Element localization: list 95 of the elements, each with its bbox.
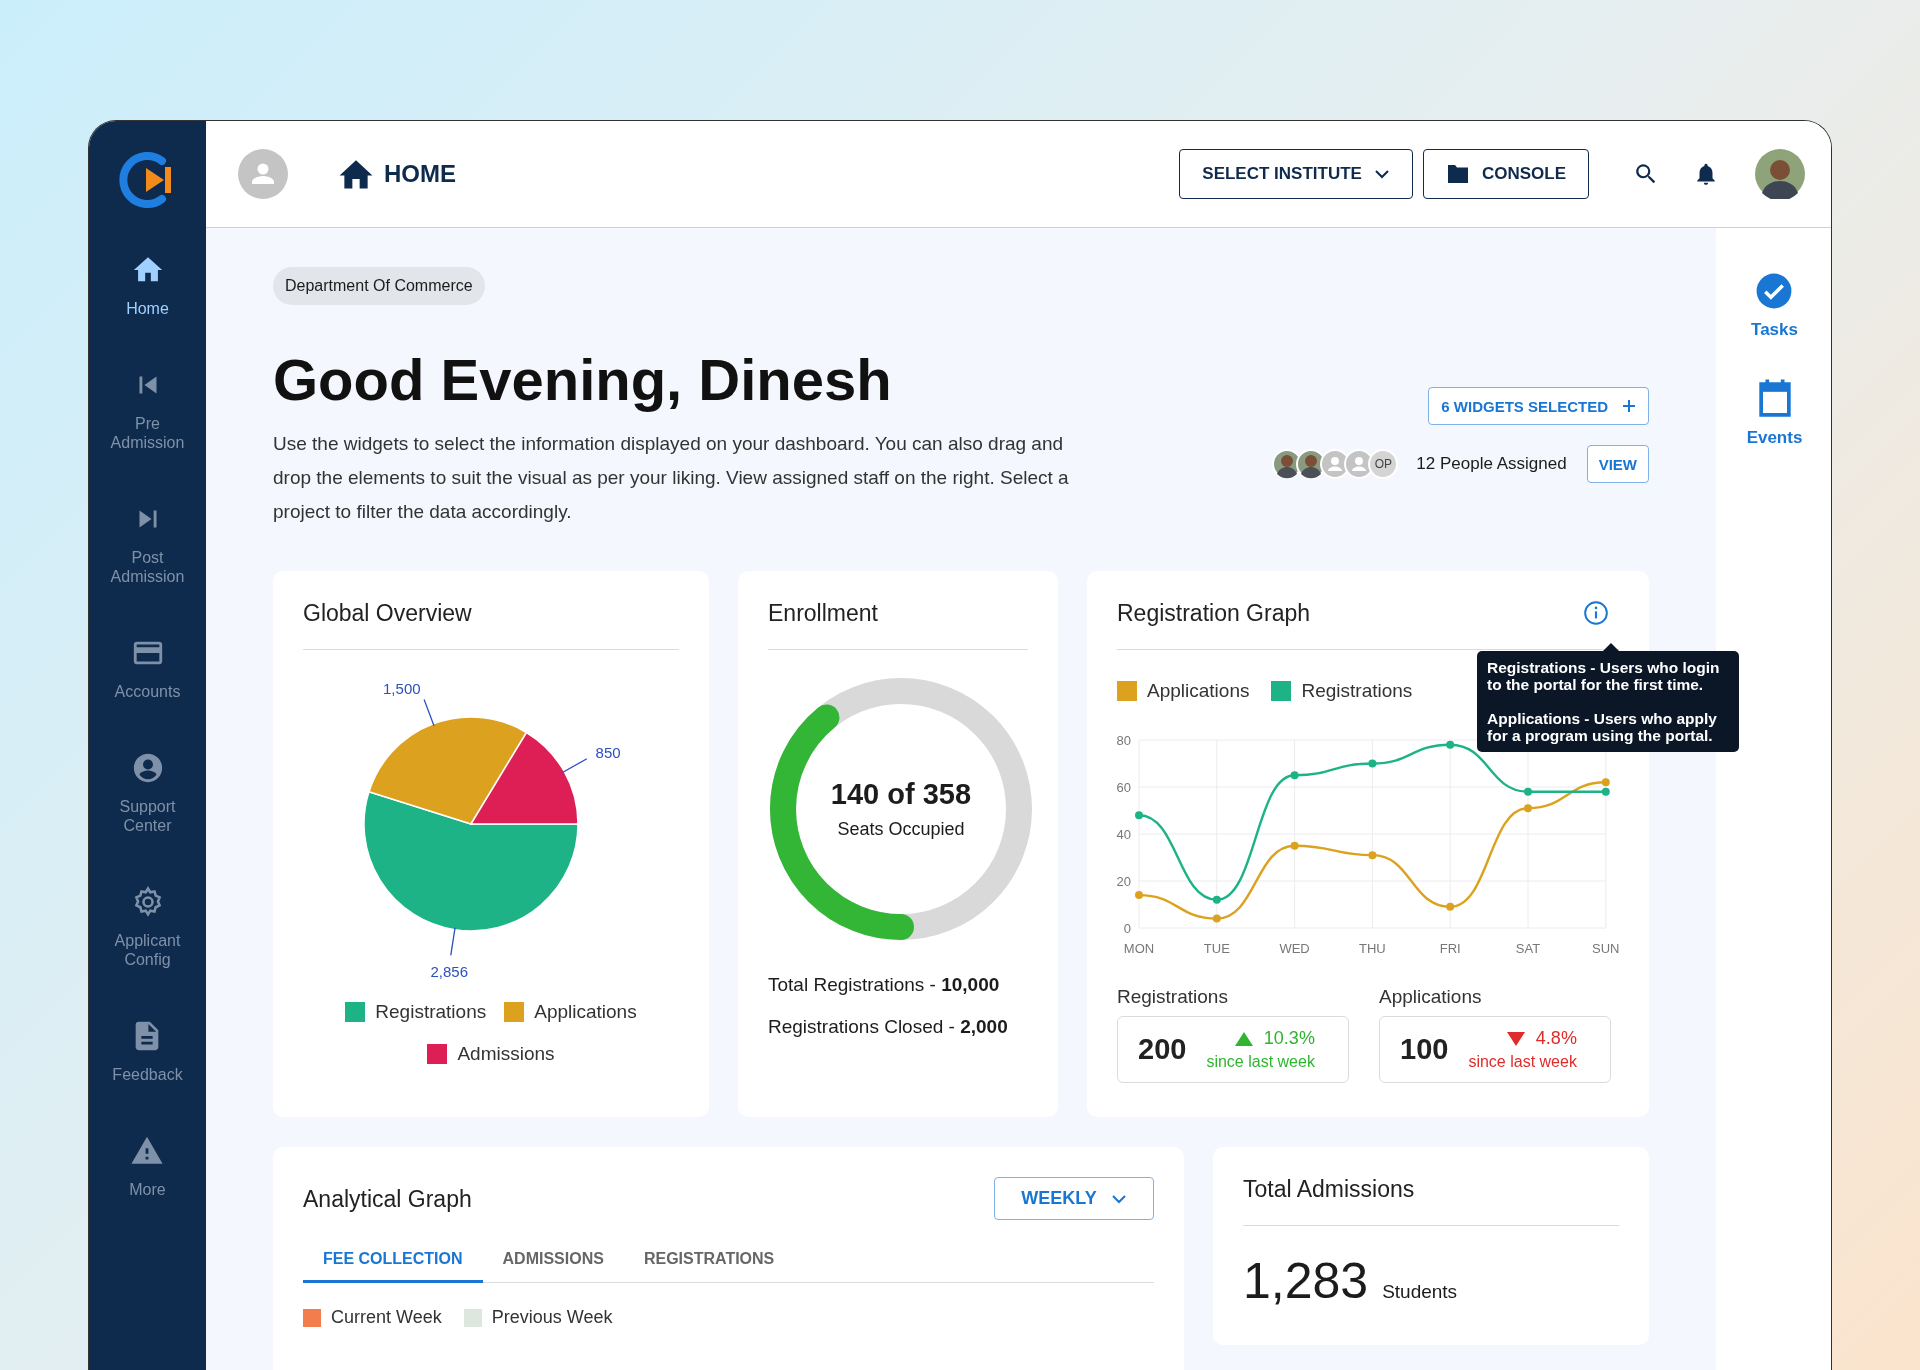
y-tick-label: 80: [1116, 733, 1131, 748]
data-point: [1446, 740, 1455, 749]
chevron-down-icon: [1110, 1193, 1127, 1204]
tooltip-text: Registrations - Users who login to the portal for the first time.: [1487, 659, 1721, 693]
rail-item[interactable]: Events: [1746, 378, 1803, 448]
change-note: since last week: [1468, 1053, 1577, 1071]
tooltip-text: Applications - Users who apply for a program using the portal.: [1487, 710, 1718, 744]
data-point: [1212, 895, 1221, 904]
data-point: [1135, 891, 1143, 900]
widgets-button[interactable]: 6 WIDGETS SELECTED: [1428, 387, 1649, 425]
stat-value: 100: [1400, 1033, 1449, 1066]
seats-caption: Seats Occupied: [837, 819, 965, 840]
data-point: [1290, 771, 1299, 780]
data-point: [1601, 778, 1610, 787]
tab[interactable]: REGISTRATIONS: [623, 1240, 795, 1283]
info-icon[interactable]: [1583, 600, 1609, 626]
data-label: 850: [595, 743, 621, 761]
admissions-unit: Students: [1382, 1281, 1458, 1303]
rail-item[interactable]: Tasks: [1751, 272, 1798, 340]
y-tick-label: 60: [1116, 780, 1131, 795]
x-tick-label: THU: [1359, 941, 1386, 956]
period-dropdown[interactable]: WEEKLY: [994, 1177, 1154, 1220]
data-label: 2,856: [430, 963, 469, 981]
data-point: [1212, 914, 1221, 923]
y-tick-label: 0: [1123, 921, 1131, 936]
stat-value: 200: [1138, 1033, 1187, 1066]
sidebar-item[interactable]: Pre Admission: [102, 368, 193, 452]
legend-label: Applications: [1147, 680, 1250, 702]
sidebar-item[interactable]: Feedback: [112, 1019, 183, 1084]
staff-initials-avatar: OP: [1368, 449, 1399, 479]
data-point: [1524, 804, 1532, 813]
sidebar-item[interactable]: Applicant Config: [102, 885, 193, 969]
card-title: Analytical Graph: [303, 1184, 472, 1213]
legend-label: Admissions: [457, 1043, 555, 1065]
description-text: Use the widgets to select the information displayed on your dashboard. You can also drag and drop the elements to suit the visual as per your liking. View assigned staff on the right. Select a project to filter the data accordingly.: [273, 432, 1070, 524]
y-tick-label: 20: [1116, 874, 1131, 889]
console-button[interactable]: CONSOLE: [1422, 149, 1589, 199]
down-triangle-icon: [1505, 1030, 1526, 1047]
seats-value: 140 of 358: [830, 778, 972, 811]
sidebar-item[interactable]: Post Admission: [102, 502, 193, 586]
user-placeholder-icon: [238, 149, 288, 199]
leader-line: [561, 758, 588, 774]
change-note: since last week: [1206, 1053, 1315, 1071]
legend-label: Applications: [534, 1001, 637, 1023]
x-tick-label: SAT: [1515, 941, 1541, 956]
legend-label: Registrations: [375, 1001, 487, 1023]
enrollment-fact: Registrations Closed - 2,000: [768, 1016, 1009, 1038]
stat-label: Registrations: [1117, 986, 1229, 1008]
institute-dropdown[interactable]: SELECT INSTITUTE: [1179, 149, 1413, 199]
card-title: Total Admissions: [1243, 1175, 1416, 1203]
x-tick-label: TUE: [1203, 941, 1230, 956]
greeting-title: Good Evening, Dinesh: [273, 346, 892, 414]
card-title: Registration Graph: [1117, 599, 1311, 627]
data-point: [1524, 787, 1532, 796]
data-point: [1601, 787, 1610, 796]
enrollment-fact: Total Registrations - 10,000: [768, 974, 1001, 996]
user-avatar[interactable]: [1755, 149, 1805, 199]
data-point: [1368, 851, 1377, 860]
legend-label: Registrations: [1301, 680, 1413, 702]
home-icon: [338, 158, 374, 190]
x-tick-label: FRI: [1439, 941, 1461, 956]
change-value: 10.3%: [1263, 1028, 1315, 1049]
leader-line: [423, 698, 435, 727]
sidebar-item[interactable]: Accounts: [114, 636, 181, 701]
admissions-count: 1,283: [1243, 1252, 1369, 1310]
legend-label: Previous Week: [491, 1307, 613, 1328]
data-point: [1368, 759, 1377, 768]
people-assigned-text: 12 People Assigned: [1416, 454, 1567, 474]
legend-label: Current Week: [331, 1307, 442, 1328]
data-point: [1446, 902, 1455, 911]
change-value: 4.8%: [1535, 1028, 1577, 1049]
check-circle-icon: [1755, 272, 1794, 310]
x-tick-label: MON: [1123, 941, 1155, 956]
sidebar-item[interactable]: Home: [126, 253, 169, 318]
up-triangle-icon: [1233, 1030, 1254, 1047]
sidebar-item[interactable]: Support Center: [102, 751, 193, 835]
card-title: Global Overview: [303, 599, 473, 627]
x-tick-label: SUN: [1592, 941, 1620, 956]
data-label: 1,500: [383, 680, 421, 698]
view-button[interactable]: VIEW: [1586, 445, 1649, 483]
tab[interactable]: ADMISSIONS: [482, 1240, 624, 1283]
folder-icon: [1445, 164, 1470, 184]
leader-line: [450, 927, 456, 957]
department-tag: Department Of Commerce: [273, 267, 485, 305]
x-tick-label: WED: [1279, 941, 1310, 956]
data-point: [1135, 811, 1143, 820]
stat-label: Applications: [1379, 986, 1483, 1008]
plus-icon: [1622, 399, 1636, 413]
card-title: Enrollment: [768, 599, 879, 627]
chevron-down-icon: [1373, 169, 1390, 179]
sidebar-item[interactable]: More: [129, 1134, 166, 1199]
data-point: [1290, 841, 1299, 850]
page-title: HOME: [384, 160, 456, 188]
y-tick-label: 40: [1116, 827, 1131, 842]
tab[interactable]: FEE COLLECTION: [303, 1240, 483, 1283]
